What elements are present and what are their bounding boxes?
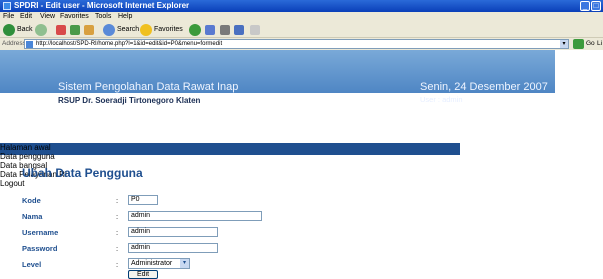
- username-label: Username: [22, 228, 59, 237]
- nama-colon: :: [116, 212, 119, 221]
- page-title: Ubah Data Pengguna: [22, 166, 143, 180]
- window-title: SPDRI - Edit user - Microsoft Internet E…: [14, 1, 190, 10]
- favorites-star-icon[interactable]: [140, 24, 152, 36]
- current-date: Senin, 24 Desember 2007: [420, 81, 548, 93]
- system-title: Sistem Pengolahan Data Rawat Inap: [58, 81, 239, 93]
- address-label: Address: [2, 40, 26, 47]
- links-label[interactable]: Li: [597, 40, 602, 47]
- search-button-label[interactable]: Search: [117, 26, 139, 33]
- edit-page-icon[interactable]: [250, 25, 260, 35]
- page-icon: [26, 41, 33, 48]
- menu-favorites[interactable]: Favorites: [60, 13, 89, 20]
- kode-label: Kode: [22, 196, 41, 205]
- password-label: Password: [22, 244, 58, 253]
- level-select[interactable]: Administrator ▾: [128, 258, 190, 269]
- edit-button[interactable]: Edit: [128, 270, 158, 279]
- level-colon: :: [116, 260, 119, 269]
- address-bar: Address http://localhost/SPD-RI/home.php…: [0, 38, 603, 50]
- address-dropdown-icon[interactable]: ▾: [560, 40, 568, 48]
- minimize-button[interactable]: _: [580, 1, 590, 11]
- nav-data-pengguna[interactable]: Data pengguna: [0, 152, 85, 161]
- menu-edit[interactable]: Edit: [20, 13, 32, 20]
- menu-bar: File Edit View Favorites Tools Help: [0, 12, 603, 22]
- nav-logout[interactable]: Logout: [0, 179, 92, 188]
- address-input[interactable]: http://localhost/SPD-RI/home.php?l=1&id=…: [24, 39, 569, 49]
- go-button-label[interactable]: Go: [586, 40, 595, 47]
- password-field[interactable]: admin: [128, 243, 218, 253]
- kode-colon: :: [116, 196, 119, 205]
- level-label: Level: [22, 260, 42, 269]
- menu-file[interactable]: File: [3, 13, 14, 20]
- nav-halaman-awal[interactable]: Halaman awal: [0, 143, 100, 152]
- nama-label: Nama: [22, 212, 43, 221]
- level-selected-value: Administrator: [131, 260, 173, 267]
- media-icon[interactable]: [189, 24, 201, 36]
- chevron-down-icon[interactable]: ▾: [180, 259, 189, 268]
- back-arrow-icon[interactable]: [3, 24, 15, 36]
- nama-field[interactable]: admin: [128, 211, 262, 221]
- menu-view[interactable]: View: [40, 13, 55, 20]
- back-button-label[interactable]: Back: [17, 26, 33, 33]
- search-icon[interactable]: [103, 24, 115, 36]
- print-icon[interactable]: [220, 25, 230, 35]
- mail-icon[interactable]: [205, 25, 215, 35]
- menu-tools[interactable]: Tools: [95, 13, 111, 20]
- browser-toolbar: Back Search Favorites: [0, 22, 603, 38]
- home-icon[interactable]: [84, 25, 94, 35]
- go-arrow-icon[interactable]: [573, 39, 584, 49]
- username-field[interactable]: admin: [128, 227, 218, 237]
- forward-arrow-icon[interactable]: [35, 24, 47, 36]
- kode-field[interactable]: P0: [128, 195, 158, 205]
- username-colon: :: [116, 228, 119, 237]
- hospital-name: RSUP Dr. Soeradji Tirtonegoro Klaten: [58, 96, 201, 105]
- logged-user: User : admin: [420, 95, 463, 104]
- window-titlebar: SPDRI - Edit user - Microsoft Internet E…: [0, 0, 603, 12]
- menu-help[interactable]: Help: [118, 13, 132, 20]
- refresh-icon[interactable]: [70, 25, 80, 35]
- stop-icon[interactable]: [56, 25, 66, 35]
- favorites-button-label[interactable]: Favorites: [154, 26, 183, 33]
- maximize-button[interactable]: □: [591, 1, 601, 11]
- password-colon: :: [116, 244, 119, 253]
- nav-bar: Halaman awal Data pengguna Data bangsal …: [0, 143, 460, 188]
- address-url[interactable]: http://localhost/SPD-RI/home.php?l=1&id=…: [36, 41, 222, 47]
- ie-icon: [3, 2, 11, 10]
- messenger-icon[interactable]: [234, 25, 244, 35]
